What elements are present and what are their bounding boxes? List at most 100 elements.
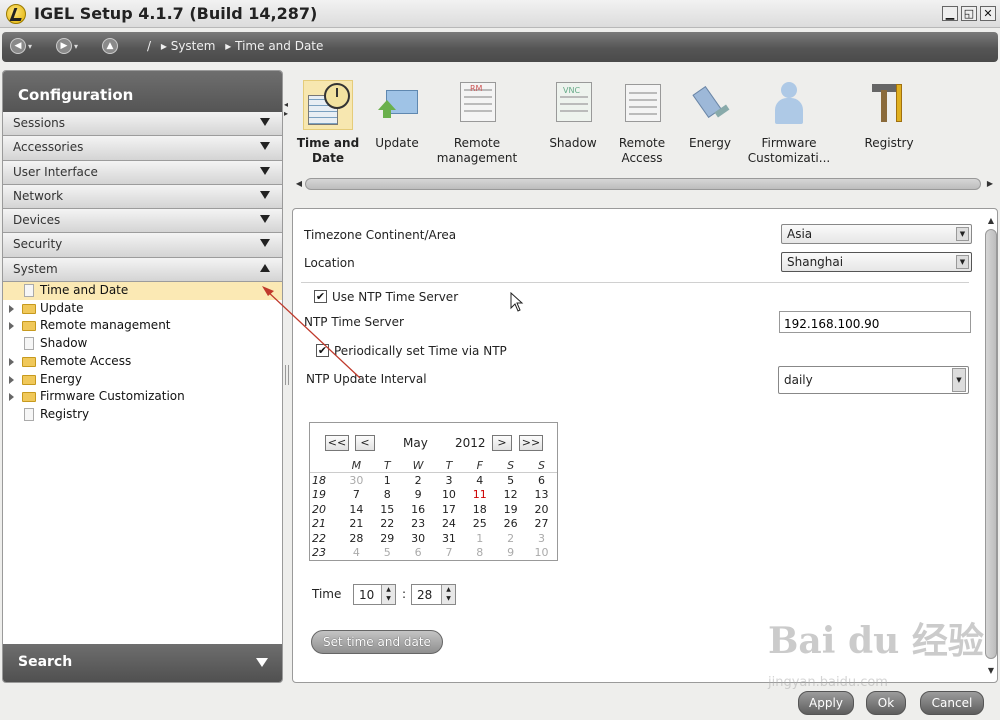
toolbar-scroll-left-icon[interactable]: ◀ <box>293 177 305 191</box>
minimize-button[interactable]: ▁ <box>942 6 958 21</box>
calendar-day[interactable]: 27 <box>526 516 557 531</box>
tree-item-registry[interactable]: Registry <box>3 406 282 424</box>
calendar-day[interactable]: 31 <box>434 531 465 546</box>
calendar-day[interactable]: 7 <box>434 546 465 561</box>
expand-arrow-icon[interactable] <box>9 322 14 331</box>
calendar-day-selected[interactable]: 11 <box>464 487 495 502</box>
timezone-select[interactable]: Asia ▼ <box>781 224 972 244</box>
calendar-day[interactable]: 26 <box>495 516 526 531</box>
previous-year-button[interactable]: << <box>325 435 349 451</box>
scroll-up-icon[interactable]: ▲ <box>985 215 997 227</box>
calendar-day[interactable]: 25 <box>464 516 495 531</box>
calendar-day[interactable]: 2 <box>403 473 434 488</box>
calendar-day[interactable]: 19 <box>495 502 526 517</box>
calendar-day[interactable]: 5 <box>495 473 526 488</box>
category-network[interactable]: Network <box>3 184 282 210</box>
panel-splitter-handle[interactable] <box>285 365 289 385</box>
calendar-day[interactable]: 8 <box>372 487 403 502</box>
expand-arrow-icon[interactable] <box>9 393 14 402</box>
expand-arrow-icon[interactable] <box>9 375 14 384</box>
calendar-day[interactable]: 4 <box>464 473 495 488</box>
calendar-day[interactable]: 6 <box>403 546 434 561</box>
calendar-day[interactable]: 16 <box>403 502 434 517</box>
tree-item-remote-access[interactable]: Remote Access <box>3 353 282 371</box>
category-user-interface[interactable]: User Interface <box>3 160 282 185</box>
calendar-day[interactable]: 15 <box>372 502 403 517</box>
calendar-day[interactable]: 24 <box>434 516 465 531</box>
category-devices[interactable]: Devices <box>3 209 282 234</box>
breadcrumb-root[interactable]: / <box>147 39 151 53</box>
expand-arrow-icon[interactable] <box>9 304 14 313</box>
calendar-day[interactable]: 13 <box>526 487 557 502</box>
calendar-day[interactable]: 2 <box>495 531 526 546</box>
main-vertical-scrollbar[interactable]: ▲ ▼ <box>985 215 997 677</box>
forward-history-dropdown-icon[interactable]: ▾ <box>74 42 78 51</box>
calendar-day[interactable]: 23 <box>403 516 434 531</box>
tree-item-remote-management[interactable]: Remote management <box>3 317 282 335</box>
set-time-and-date-button[interactable]: Set time and date <box>311 630 443 654</box>
calendar-day[interactable]: 3 <box>526 531 557 546</box>
scroll-down-icon[interactable]: ▼ <box>985 665 997 677</box>
toolbar-horizontal-scrollbar[interactable] <box>305 178 981 190</box>
next-year-button[interactable]: >> <box>519 435 543 451</box>
toolbar-scroll-right-icon[interactable]: ▶ <box>983 177 997 191</box>
calendar-day[interactable]: 18 <box>464 502 495 517</box>
calendar-day[interactable]: 5 <box>372 546 403 561</box>
tree-item-firmware-customization[interactable]: Firmware Customization <box>3 388 282 406</box>
ntp-server-input[interactable] <box>779 311 971 333</box>
collapse-arrows-icon[interactable]: ◂ ▸ <box>284 100 288 118</box>
spinner-arrows-icon[interactable]: ▲ ▼ <box>441 585 455 604</box>
calendar-day[interactable]: 6 <box>526 473 557 488</box>
tree-item-update[interactable]: Update <box>3 300 282 318</box>
ntp-interval-select[interactable]: daily ▼ <box>778 366 969 394</box>
calendar-day[interactable]: 14 <box>341 502 372 517</box>
calendar-day[interactable]: 8 <box>464 546 495 561</box>
category-system[interactable]: System <box>3 257 282 283</box>
calendar-day[interactable]: 29 <box>372 531 403 546</box>
calendar-day[interactable]: 22 <box>372 516 403 531</box>
calendar-day[interactable]: 1 <box>372 473 403 488</box>
category-accessories[interactable]: Accessories <box>3 136 282 161</box>
calendar-day[interactable]: 10 <box>434 487 465 502</box>
calendar-day[interactable]: 10 <box>526 546 557 561</box>
expand-arrow-icon[interactable] <box>9 357 14 366</box>
calendar-day[interactable]: 9 <box>403 487 434 502</box>
forward-button[interactable]: ▶ ▾ <box>56 38 78 56</box>
tree-item-time-and-date[interactable]: Time and Date <box>3 282 282 300</box>
tree-item-shadow[interactable]: Shadow <box>3 335 282 353</box>
calendar-day[interactable]: 3 <box>434 473 465 488</box>
tree-item-energy[interactable]: Energy <box>3 371 282 389</box>
breadcrumb-time-and-date[interactable]: ▸ Time and Date <box>225 39 323 53</box>
next-month-button[interactable]: > <box>492 435 512 451</box>
search-section-header[interactable]: Search <box>3 644 282 682</box>
calendar-day[interactable]: 1 <box>464 531 495 546</box>
periodic-ntp-checkbox[interactable]: ✔ <box>316 344 329 357</box>
toolbar-item-firmware-customizati[interactable]: Firmware Customizati... <box>744 76 834 166</box>
calendar-day[interactable]: 7 <box>341 487 372 502</box>
cancel-button[interactable]: Cancel <box>920 691 984 715</box>
calendar-day[interactable]: 20 <box>526 502 557 517</box>
calendar-day[interactable]: 9 <box>495 546 526 561</box>
scrollbar-track[interactable] <box>985 229 997 659</box>
close-button[interactable]: ✕ <box>980 6 996 21</box>
calendar-day[interactable]: 21 <box>341 516 372 531</box>
spinner-arrows-icon[interactable]: ▲ ▼ <box>381 585 395 604</box>
use-ntp-checkbox[interactable]: ✔ <box>314 290 327 303</box>
calendar-day[interactable]: 4 <box>341 546 372 561</box>
back-history-dropdown-icon[interactable]: ▾ <box>28 42 32 51</box>
calendar-day[interactable]: 17 <box>434 502 465 517</box>
ok-button[interactable]: Ok <box>866 691 906 715</box>
calendar-day[interactable]: 30 <box>341 473 372 488</box>
calendar-day[interactable]: 12 <box>495 487 526 502</box>
toolbar-item-update[interactable]: Update <box>352 76 442 151</box>
breadcrumb-system[interactable]: ▸ System <box>161 39 216 53</box>
home-button[interactable]: ▲ <box>102 38 118 56</box>
minute-spinner[interactable]: 28 ▲ ▼ <box>411 584 456 605</box>
back-button[interactable]: ◀ ▾ <box>10 38 32 56</box>
toolbar-item-registry[interactable]: Registry <box>844 76 934 151</box>
apply-button[interactable]: Apply <box>798 691 854 715</box>
hour-spinner[interactable]: 10 ▲ ▼ <box>353 584 396 605</box>
location-select[interactable]: Shanghai ▼ <box>781 252 972 272</box>
maximize-button[interactable]: ◱ <box>961 6 977 21</box>
toolbar-item-energy[interactable]: Energy <box>665 76 755 151</box>
